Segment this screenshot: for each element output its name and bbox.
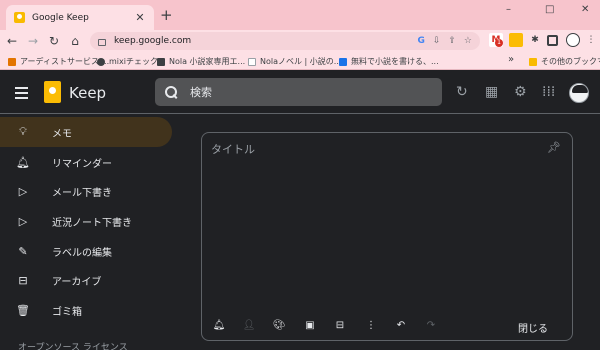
- nola-icon: [157, 57, 165, 66]
- nola-novel-icon: [248, 57, 256, 66]
- profile-avatar-icon[interactable]: [566, 33, 580, 47]
- keep-extension-icon[interactable]: [509, 33, 523, 47]
- list-view-icon[interactable]: ▦: [485, 84, 498, 100]
- folder-icon: [529, 57, 537, 66]
- maximize-button[interactable]: □: [545, 4, 554, 15]
- google-apps-icon[interactable]: ⁞⁞⁞: [542, 84, 555, 100]
- url-text[interactable]: keep.google.com: [114, 36, 417, 46]
- side-panel-icon[interactable]: [547, 35, 558, 46]
- browser-tab-strip: Google Keep ✕ + – □ ✕: [0, 0, 600, 30]
- bookmark-star-icon[interactable]: ☆: [464, 36, 472, 46]
- account-avatar[interactable]: [569, 83, 589, 103]
- lightbulb-icon: 💡︎: [19, 125, 27, 138]
- app-name[interactable]: Keep: [69, 84, 106, 102]
- page-icon: [339, 57, 347, 66]
- bookmark-item[interactable]: Nolaノベル | 小説の...: [248, 56, 341, 67]
- refresh-icon[interactable]: ↻: [456, 84, 468, 100]
- open-source-licenses-link[interactable]: オープンソース ライセンス: [18, 340, 128, 350]
- settings-icon[interactable]: ⚙: [514, 84, 527, 100]
- bookmark-item[interactable]: 無料で小説を書ける、...: [339, 56, 439, 67]
- browser-menu-icon[interactable]: ⋮: [584, 33, 598, 47]
- search-input[interactable]: 検索: [155, 78, 442, 106]
- browser-toolbar: ← → ↻ ⌂ keep.google.com G ⇩ ⇪ ☆ M 1 ✱ ⋮: [0, 30, 600, 52]
- back-icon[interactable]: ←: [3, 34, 21, 48]
- mixi-icon: [97, 57, 105, 66]
- sidebar-item-edit-labels[interactable]: ✎ ラベルの編集: [0, 236, 172, 266]
- keep-logo-icon[interactable]: [44, 81, 61, 103]
- bell-icon: 🔔︎: [16, 155, 30, 169]
- reload-icon[interactable]: ↻: [45, 34, 63, 48]
- minimize-button[interactable]: –: [506, 4, 511, 15]
- tab-title: Google Keep: [32, 12, 89, 23]
- tab-close-icon[interactable]: ✕: [134, 11, 146, 24]
- pencil-icon: ✎: [18, 244, 28, 258]
- sidebar-item-status-drafts[interactable]: ▷ 近況ノート下書き: [0, 206, 172, 236]
- archive-icon: ⊟: [18, 273, 28, 287]
- bookmarks-overflow-button[interactable]: »: [508, 54, 514, 65]
- sidebar-item-reminders[interactable]: 🔔︎ リマインダー: [0, 147, 172, 177]
- archive-icon[interactable]: ⊟: [333, 320, 347, 331]
- sidebar-item-archive[interactable]: ⊟ アーカイブ: [0, 265, 172, 295]
- lock-icon[interactable]: [98, 38, 106, 46]
- extensions-puzzle-icon[interactable]: ✱: [528, 33, 542, 47]
- trash-icon: 🗑︎: [16, 303, 30, 317]
- background-options-icon[interactable]: 🎨︎: [272, 320, 286, 331]
- sidebar-item-trash[interactable]: 🗑︎ ゴミ箱: [0, 295, 172, 325]
- note-toolbar: 🔔︎ 👤︎ 🎨︎ ▣ ⊟ ⋮ ↶ ↷ 閉じる: [202, 319, 572, 339]
- bookmarks-bar: アーディストサービス ... mixiチェック Nola 小説家専用エ... N…: [0, 52, 600, 70]
- tab-google-keep[interactable]: Google Keep ✕: [6, 5, 154, 30]
- collaborator-icon[interactable]: 👤︎: [242, 320, 256, 331]
- extension-badge: 1: [495, 39, 503, 47]
- pin-icon[interactable]: 📌︎: [547, 141, 561, 154]
- main-menu-icon[interactable]: [15, 87, 28, 102]
- label-icon: ▷: [18, 214, 28, 228]
- add-image-icon[interactable]: ▣: [303, 320, 317, 331]
- google-icon[interactable]: G: [417, 36, 424, 46]
- keep-header: Keep 検索 ↻ ▦ ⚙ ⁞⁞⁞: [0, 70, 600, 114]
- note-title-input[interactable]: タイトル: [211, 141, 255, 157]
- bookmark-item[interactable]: Nola 小説家専用エ...: [157, 56, 245, 67]
- note-editor: タイトル 📌︎ 🔔︎ 👤︎ 🎨︎ ▣ ⊟ ⋮ ↶ ↷ 閉じる: [201, 132, 573, 341]
- address-bar[interactable]: keep.google.com G ⇩ ⇪ ☆: [90, 32, 480, 50]
- home-icon[interactable]: ⌂: [66, 34, 84, 48]
- share-icon[interactable]: ⇪: [448, 36, 456, 46]
- search-icon[interactable]: [165, 85, 178, 99]
- apps-icon: [8, 57, 16, 66]
- new-tab-button[interactable]: +: [160, 8, 173, 23]
- bookmark-item[interactable]: アーディストサービス ...: [8, 56, 109, 67]
- sidebar-item-notes[interactable]: 💡︎ メモ: [0, 117, 172, 147]
- install-icon[interactable]: ⇩: [433, 36, 441, 46]
- close-window-button[interactable]: ✕: [581, 4, 589, 15]
- forward-icon[interactable]: →: [24, 34, 42, 48]
- redo-icon[interactable]: ↷: [424, 320, 438, 331]
- remind-me-icon[interactable]: 🔔︎: [212, 320, 226, 331]
- search-placeholder: 検索: [190, 86, 212, 99]
- close-note-button[interactable]: 閉じる: [518, 320, 548, 335]
- more-options-icon[interactable]: ⋮: [364, 320, 378, 331]
- undo-icon[interactable]: ↶: [394, 320, 408, 331]
- sidebar-item-mail-drafts[interactable]: ▷ メール下書き: [0, 176, 172, 206]
- other-bookmarks-folder[interactable]: その他のブックマーク: [529, 56, 600, 67]
- bookmark-item[interactable]: mixiチェック: [97, 56, 158, 67]
- label-icon: ▷: [18, 184, 28, 198]
- keep-favicon-icon: [14, 12, 25, 23]
